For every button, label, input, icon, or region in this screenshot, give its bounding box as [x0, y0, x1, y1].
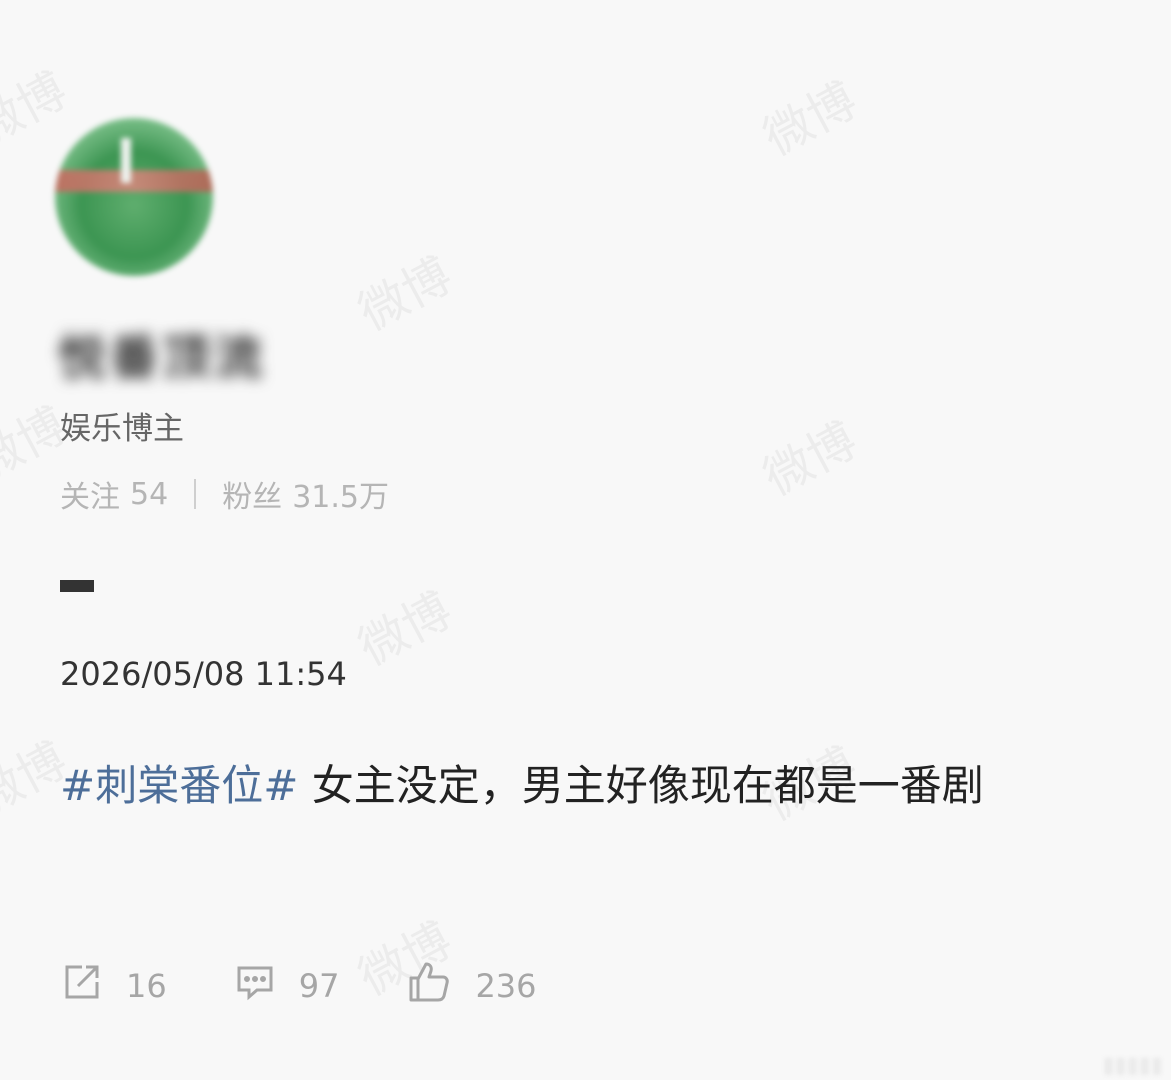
share-button[interactable]: 16 — [62, 962, 167, 1010]
comment-icon — [235, 962, 299, 1010]
share-icon — [62, 962, 126, 1010]
username[interactable]: 悦番顶流 — [58, 318, 266, 388]
followers-count[interactable]: 31.5万 — [292, 472, 389, 516]
watermark: 微博 — [754, 412, 866, 507]
profile-stats: 关注 54 粉丝 31.5万 — [60, 472, 389, 516]
watermark: 微博 — [349, 247, 461, 342]
stats-divider — [194, 479, 197, 509]
like-count: 236 — [475, 967, 537, 1005]
following-count[interactable]: 54 — [130, 477, 168, 512]
weibo-post-screenshot: 微博 微博 微博 微博 微博 微博 微博 微博 微博 悦番顶流 娱乐博主 关注 … — [0, 0, 1171, 1080]
hashtag-link[interactable]: #刺棠番位# — [60, 761, 298, 810]
post-timestamp: 2026/05/08 11:54 — [60, 655, 347, 693]
corner-mark: ▮▮▮▮▮ — [1102, 1053, 1163, 1078]
comment-button[interactable]: 97 — [235, 962, 340, 1010]
comment-count: 97 — [298, 967, 340, 1005]
post-content: #刺棠番位# 女主没定，男主好像现在都是一番剧 — [60, 752, 984, 813]
section-divider — [60, 580, 94, 592]
verify-label: 娱乐博主 — [60, 411, 184, 447]
post-text: 女主没定，男主好像现在都是一番剧 — [298, 761, 984, 810]
following-label[interactable]: 关注 — [60, 472, 120, 516]
share-count: 16 — [126, 967, 167, 1005]
avatar[interactable] — [55, 118, 213, 276]
like-button[interactable]: 236 — [407, 960, 537, 1012]
watermark: 微博 — [349, 582, 461, 677]
watermark: 微博 — [0, 62, 76, 157]
action-bar: 16 97 236 — [62, 960, 605, 1012]
followers-label[interactable]: 粉丝 — [222, 472, 282, 516]
watermark: 微博 — [754, 72, 866, 167]
like-icon — [407, 960, 475, 1012]
